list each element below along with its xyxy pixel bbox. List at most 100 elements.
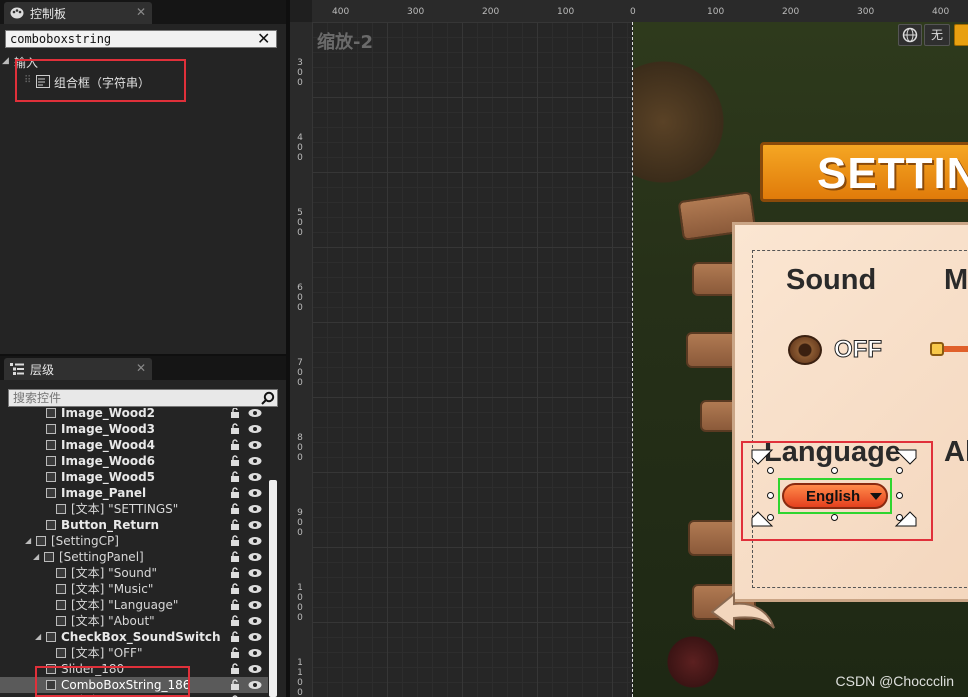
palette-tab-close-icon[interactable]: ✕ — [136, 5, 146, 19]
ruler-top-tick-label: 300 — [857, 7, 875, 17]
eye-icon[interactable] — [248, 600, 262, 610]
lock-icon[interactable] — [230, 423, 240, 435]
sld-widget-icon — [46, 664, 56, 674]
ruler-left-tick-label: 1000 — [297, 583, 303, 623]
hierarchy-tab-close-icon[interactable]: ✕ — [136, 361, 146, 375]
about-label: Al — [944, 436, 968, 468]
expand-arrow-icon[interactable]: ◢ — [33, 552, 39, 561]
eye-icon[interactable] — [248, 648, 262, 658]
hierarchy-row[interactable]: Image_Wood6 — [0, 453, 268, 469]
hierarchy-row[interactable]: [文本] "10" — [0, 693, 268, 697]
hierarchy-row[interactable]: [SettingPanel] ◢ — [0, 549, 268, 565]
hierarchy-row-label: [文本] "OFF" — [71, 646, 143, 660]
lock-icon[interactable] — [230, 439, 240, 451]
screen-size-button[interactable] — [954, 24, 968, 46]
ruler-top-tick-label: 0 — [630, 7, 636, 17]
eye-icon[interactable] — [248, 440, 262, 450]
lock-icon[interactable] — [230, 631, 240, 643]
hierarchy-row-label: [文本] "Music" — [71, 582, 154, 596]
ruler-top-tick-label: 200 — [482, 7, 500, 17]
eye-icon[interactable] — [248, 472, 262, 482]
hierarchy-row[interactable]: Image_Panel — [0, 485, 268, 501]
hierarchy-row[interactable]: CheckBox_SoundSwitch ◢ — [0, 629, 268, 645]
hierarchy-row[interactable]: Button_Return — [0, 517, 268, 533]
slider-thumb[interactable] — [930, 342, 944, 356]
category-expand-icon[interactable]: ◢ — [2, 56, 9, 66]
hierarchy-row[interactable]: ComboBoxString_186 — [0, 677, 268, 693]
music-label: M — [944, 264, 968, 296]
designer-canvas[interactable]: 400 300 200 100 0 100 200 300 400 30040050060070… — [290, 0, 968, 697]
anchor-icon — [751, 449, 917, 527]
lock-icon[interactable] — [230, 408, 240, 419]
expand-arrow-icon[interactable]: ◢ — [35, 632, 41, 641]
hierarchy-row-label: ComboBoxString_186 — [61, 678, 191, 692]
globe-icon — [902, 27, 918, 43]
ruler-top-tick-label: 300 — [407, 7, 425, 17]
hierarchy-search-input[interactable] — [8, 389, 278, 407]
eye-icon[interactable] — [248, 408, 262, 418]
lock-icon[interactable] — [230, 503, 240, 515]
slider-track[interactable] — [944, 346, 968, 352]
hierarchy-row[interactable]: [文本] "Music" — [0, 581, 268, 597]
return-arrow-icon[interactable] — [708, 590, 778, 634]
lock-icon[interactable] — [230, 583, 240, 595]
eye-icon[interactable] — [248, 568, 262, 578]
lock-icon[interactable] — [230, 471, 240, 483]
eye-icon[interactable] — [248, 504, 262, 514]
palette-search-input[interactable] — [5, 30, 277, 48]
ruler-left-tick-label: 1100 — [297, 658, 303, 697]
ruler-left-tick-label: 400 — [297, 133, 303, 163]
hierarchy-row[interactable]: [文本] "OFF" — [0, 645, 268, 661]
eye-icon[interactable] — [248, 488, 262, 498]
eye-icon[interactable] — [248, 456, 262, 466]
hierarchy-row[interactable]: Image_Wood5 — [0, 469, 268, 485]
eye-icon[interactable] — [248, 520, 262, 530]
hierarchy-row[interactable]: Slider_180 — [0, 661, 268, 677]
hierarchy-scrollbar[interactable] — [269, 480, 277, 697]
eye-icon[interactable] — [248, 536, 262, 546]
hierarchy-row[interactable]: [文本] "About" — [0, 613, 268, 629]
hierarchy-row[interactable]: Image_Wood2 — [0, 408, 268, 421]
img-widget-icon — [46, 456, 56, 466]
eye-icon[interactable] — [248, 424, 262, 434]
eye-icon[interactable] — [248, 616, 262, 626]
lock-icon[interactable] — [230, 679, 240, 691]
palette-item-label: 组合框（字符串） — [54, 76, 151, 90]
hierarchy-row[interactable]: [文本] "Language" — [0, 597, 268, 613]
settings-title: SETTING — [817, 149, 968, 198]
sound-checkbox[interactable] — [788, 335, 822, 365]
none-dropdown[interactable]: 无 — [924, 24, 950, 46]
lock-icon[interactable] — [230, 663, 240, 675]
hierarchy-row[interactable]: [文本] "SETTINGS" — [0, 501, 268, 517]
lock-icon[interactable] — [230, 599, 240, 611]
hierarchy-row[interactable]: [文本] "Sound" — [0, 565, 268, 581]
lock-icon[interactable] — [230, 551, 240, 563]
lock-icon[interactable] — [230, 519, 240, 531]
localization-button[interactable] — [898, 24, 922, 46]
combobox-icon — [36, 75, 50, 88]
hierarchy-row[interactable]: Image_Wood4 — [0, 437, 268, 453]
eye-icon[interactable] — [248, 664, 262, 674]
lock-icon[interactable] — [230, 567, 240, 579]
lock-icon[interactable] — [230, 535, 240, 547]
eye-icon[interactable] — [248, 552, 262, 562]
palette-panel: 控制板 ✕ ✕ ◢ 输入 ⠿ 组合框（字符串） — [0, 0, 286, 354]
eye-icon[interactable] — [248, 680, 262, 690]
eye-icon[interactable] — [248, 584, 262, 594]
eye-icon[interactable] — [248, 632, 262, 642]
music-slider[interactable] — [930, 342, 968, 356]
palette-item-combobox[interactable]: ⠿ 组合框（字符串） — [24, 73, 174, 91]
lock-icon[interactable] — [230, 647, 240, 659]
hierarchy-row-label: [SettingCP] — [51, 534, 119, 548]
lock-icon[interactable] — [230, 455, 240, 467]
hierarchy-row[interactable]: Image_Wood3 — [0, 421, 268, 437]
expand-arrow-icon[interactable]: ◢ — [25, 536, 31, 545]
hierarchy-tab[interactable]: 层级 ✕ — [4, 358, 152, 380]
lock-icon[interactable] — [230, 615, 240, 627]
lock-icon[interactable] — [230, 487, 240, 499]
search-icon[interactable] — [261, 391, 275, 405]
clear-search-icon[interactable]: ✕ — [257, 29, 270, 48]
hierarchy-row[interactable]: [SettingCP] ◢ — [0, 533, 268, 549]
palette-tab[interactable]: 控制板 ✕ — [4, 2, 152, 24]
ruler-left-tick-label: 900 — [297, 508, 303, 538]
